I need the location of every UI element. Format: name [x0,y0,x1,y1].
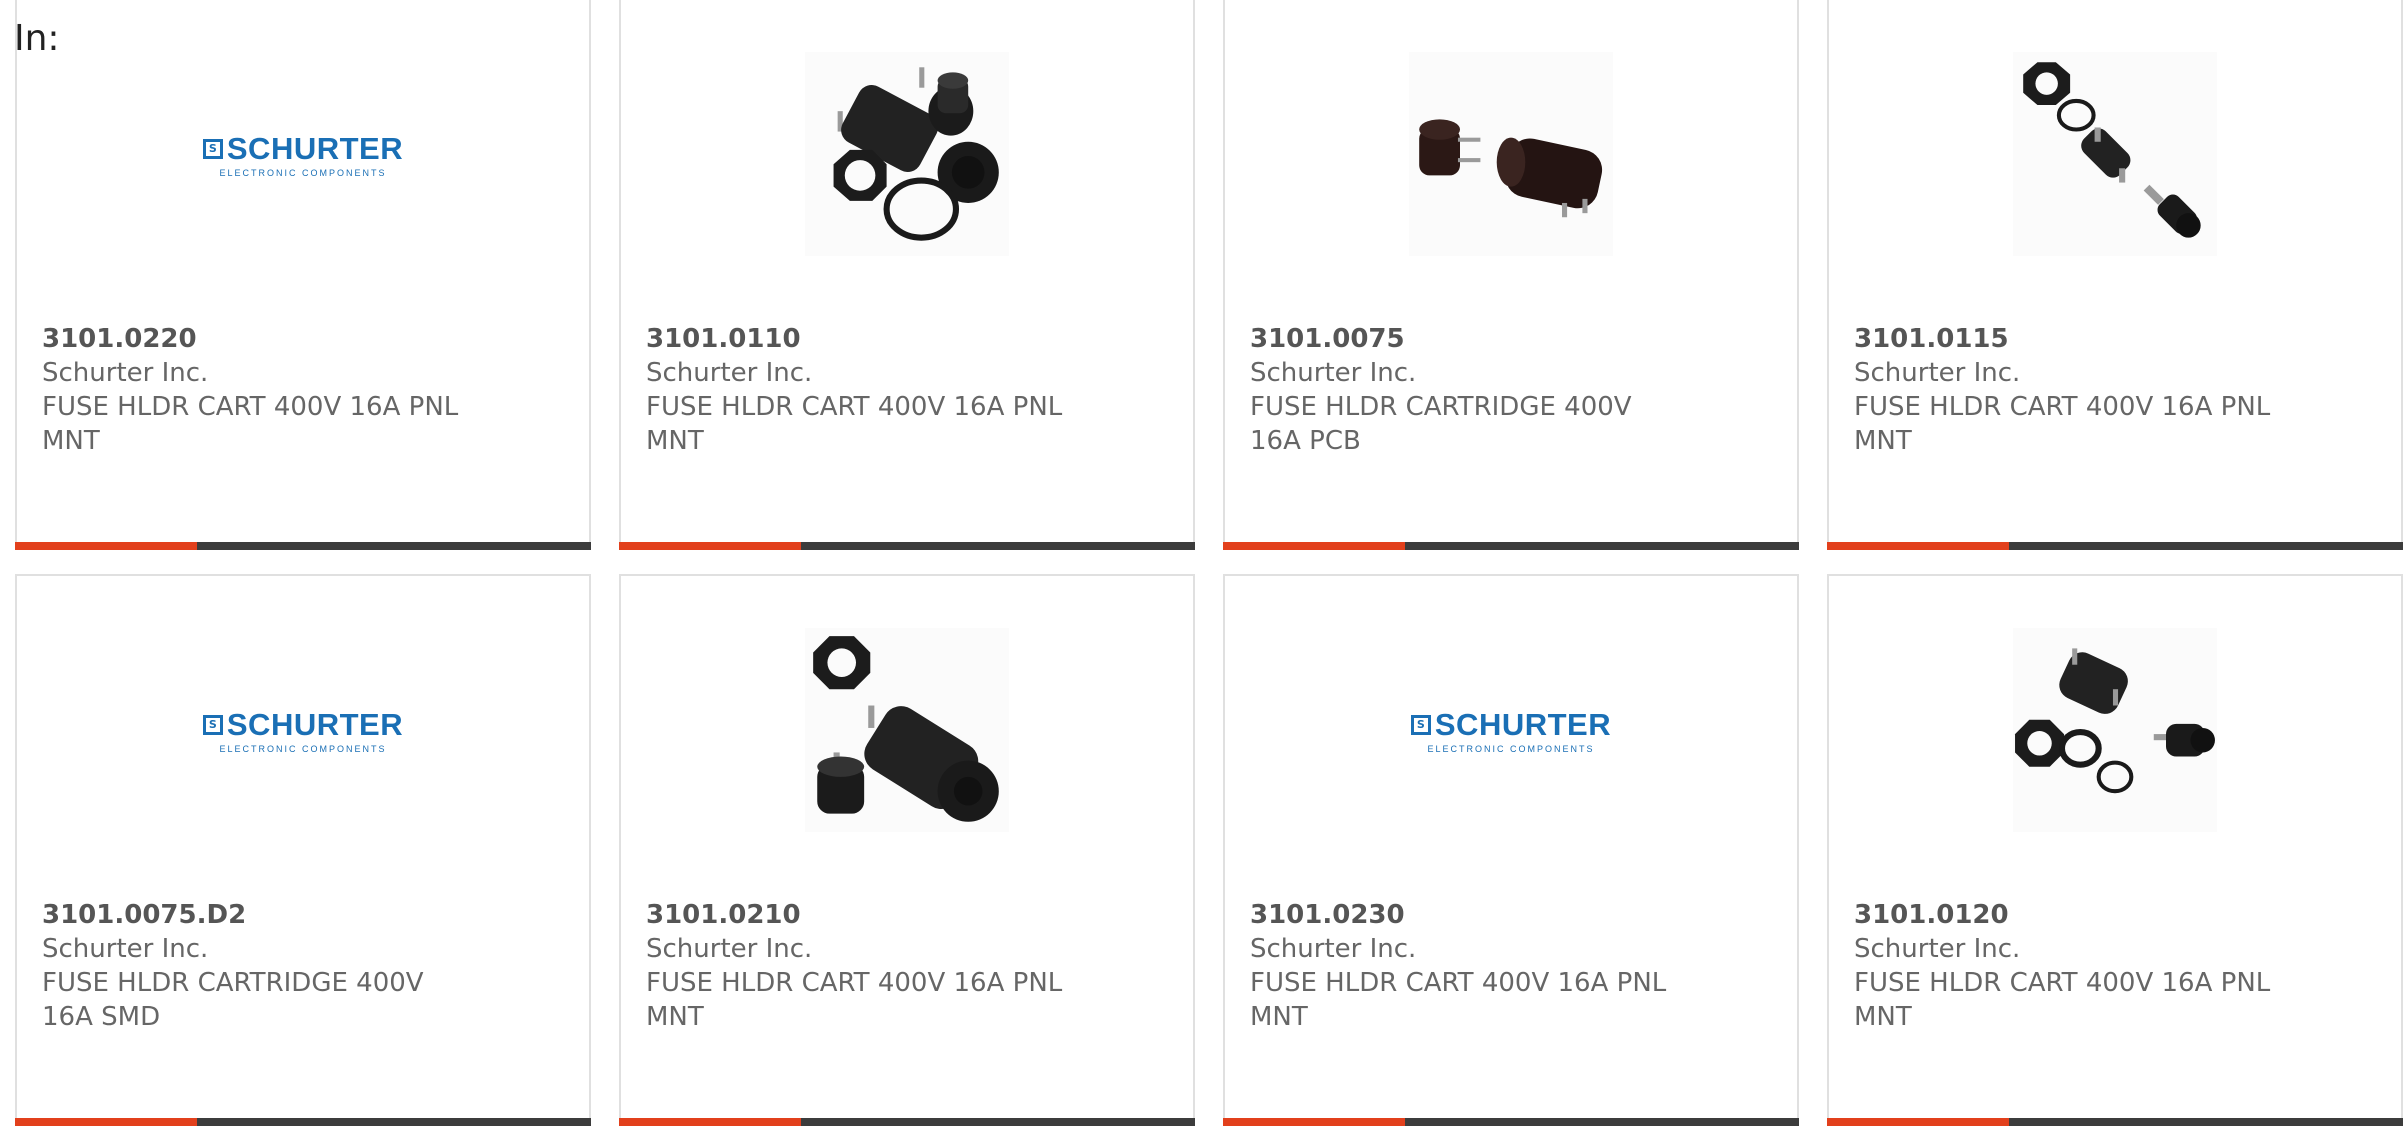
description-line-1: FUSE HLDR CART 400V 16A PNL [1854,392,2271,422]
manufacturer: Schurter Inc. [42,358,209,388]
manufacturer: Schurter Inc. [646,358,813,388]
product-image[interactable] [621,628,1193,832]
part-number[interactable]: 3101.0230 [1250,898,1690,932]
product-image[interactable] [1829,628,2401,832]
manufacturer: Schurter Inc. [1250,934,1417,964]
schurter-logo: S SCHURTER ELECTRONIC COMPONENTS [202,706,404,754]
product-card[interactable]: S SCHURTER ELECTRONIC COMPONENTS 3101.02… [1223,574,1799,1126]
product-card[interactable]: S SCHURTER ELECTRONIC COMPONENTS 3101.00… [15,574,591,1126]
fuse-holder-pcb-photo [1409,52,1613,256]
description-line-1: FUSE HLDR CART 400V 16A PNL [646,968,1063,998]
manufacturer: Schurter Inc. [1854,358,2021,388]
product-card[interactable]: 3101.0210 Schurter Inc. FUSE HLDR CART 4… [619,574,1195,1126]
product-card[interactable]: S SCHURTER ELECTRONIC COMPONENTS 3101.02… [15,0,591,550]
description-line-2: MNT [1854,1002,1912,1032]
product-image[interactable]: S SCHURTER ELECTRONIC COMPONENTS [17,628,589,832]
product-card[interactable]: 3101.0075 Schurter Inc. FUSE HLDR CARTRI… [1223,0,1799,550]
description-line-2: MNT [1854,426,1912,456]
card-footer-bar [15,1118,591,1126]
part-number[interactable]: 3101.0210 [646,898,1086,932]
card-footer-accent [1827,542,2009,550]
description-line-2: MNT [42,426,100,456]
description-line-2: 16A SMD [42,1002,161,1032]
card-footer-bar [15,542,591,550]
description-line-2: 16A PCB [1250,426,1361,456]
product-card[interactable]: 3101.0110 Schurter Inc. FUSE HLDR CART 4… [619,0,1195,550]
product-image[interactable] [621,52,1193,256]
manufacturer: Schurter Inc. [1250,358,1417,388]
product-info: 3101.0075.D2 Schurter Inc. FUSE HLDR CAR… [42,898,482,1034]
part-number[interactable]: 3101.0110 [646,322,1086,356]
product-image[interactable]: S SCHURTER ELECTRONIC COMPONENTS [1225,628,1797,832]
schurter-logo-wordmark: SCHURTER [1434,706,1612,742]
card-footer-bar [1827,542,2403,550]
description-line-2: MNT [646,426,704,456]
description-line-1: FUSE HLDR CART 400V 16A PNL [646,392,1063,422]
product-info: 3101.0110 Schurter Inc. FUSE HLDR CART 4… [646,322,1086,458]
description-line-1: FUSE HLDR CARTRIDGE 400V [42,968,424,998]
card-footer-accent [1223,542,1405,550]
schurter-logo-box: S [202,138,223,159]
description-line-1: FUSE HLDR CARTRIDGE 400V [1250,392,1632,422]
part-number[interactable]: 3101.0075.D2 [42,898,482,932]
part-number[interactable]: 3101.0115 [1854,322,2294,356]
in-prefix-label: In: [14,18,60,59]
card-footer-accent [1827,1118,2009,1126]
part-number[interactable]: 3101.0220 [42,322,482,356]
product-image[interactable]: S SCHURTER ELECTRONIC COMPONENTS [17,52,589,256]
schurter-logo: S SCHURTER ELECTRONIC COMPONENTS [202,130,404,178]
fuse-holder-panel-photo [805,52,1009,256]
manufacturer: Schurter Inc. [1854,934,2021,964]
card-footer-bar [619,1118,1195,1126]
card-footer-bar [1223,542,1799,550]
part-number[interactable]: 3101.0120 [1854,898,2294,932]
product-image[interactable] [1225,52,1797,256]
product-card[interactable]: 3101.0120 Schurter Inc. FUSE HLDR CART 4… [1827,574,2403,1126]
schurter-logo: S SCHURTER ELECTRONIC COMPONENTS [1410,706,1612,754]
card-footer-bar [619,542,1195,550]
manufacturer: Schurter Inc. [42,934,209,964]
card-footer-accent [15,1118,197,1126]
product-info: 3101.0230 Schurter Inc. FUSE HLDR CART 4… [1250,898,1690,1034]
page: S SCHURTER ELECTRONIC COMPONENTS 3101.02… [0,0,2408,1138]
fuse-holder-panel-photo [805,628,1009,832]
description-line-2: MNT [1250,1002,1308,1032]
schurter-logo-box: S [1410,714,1431,735]
schurter-logo-wordmark: SCHURTER [226,706,404,742]
schurter-logo-tagline: ELECTRONIC COMPONENTS [219,743,387,754]
product-info: 3101.0115 Schurter Inc. FUSE HLDR CART 4… [1854,322,2294,458]
product-image[interactable] [1829,52,2401,256]
product-card[interactable]: 3101.0115 Schurter Inc. FUSE HLDR CART 4… [1827,0,2403,550]
description-line-1: FUSE HLDR CART 400V 16A PNL [42,392,459,422]
fuse-holder-rings-photo [2013,628,2217,832]
schurter-logo-tagline: ELECTRONIC COMPONENTS [1427,743,1595,754]
card-footer-bar [1827,1118,2403,1126]
manufacturer: Schurter Inc. [646,934,813,964]
description-line-1: FUSE HLDR CART 400V 16A PNL [1854,968,2271,998]
product-grid: S SCHURTER ELECTRONIC COMPONENTS 3101.02… [0,0,2408,1138]
card-footer-bar [1223,1118,1799,1126]
card-footer-accent [1223,1118,1405,1126]
part-number[interactable]: 3101.0075 [1250,322,1690,356]
schurter-logo-box: S [202,714,223,735]
product-info: 3101.0120 Schurter Inc. FUSE HLDR CART 4… [1854,898,2294,1034]
product-info: 3101.0210 Schurter Inc. FUSE HLDR CART 4… [646,898,1086,1034]
fuse-holder-exploded-photo [2013,52,2217,256]
card-footer-accent [619,542,801,550]
card-footer-accent [619,1118,801,1126]
schurter-logo-wordmark: SCHURTER [226,130,404,166]
product-info: 3101.0075 Schurter Inc. FUSE HLDR CARTRI… [1250,322,1690,458]
product-info: 3101.0220 Schurter Inc. FUSE HLDR CART 4… [42,322,482,458]
description-line-2: MNT [646,1002,704,1032]
description-line-1: FUSE HLDR CART 400V 16A PNL [1250,968,1667,998]
card-footer-accent [15,542,197,550]
schurter-logo-tagline: ELECTRONIC COMPONENTS [219,167,387,178]
